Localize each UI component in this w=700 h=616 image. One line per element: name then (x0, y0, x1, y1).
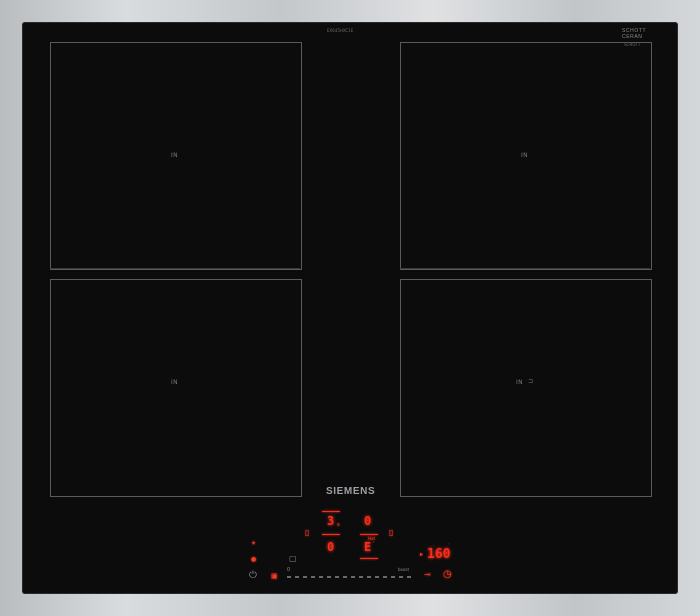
slider-segment (319, 576, 323, 578)
glass-brand-line2: CERAN (622, 34, 643, 40)
zone-top-left-level[interactable]: 3 (327, 514, 334, 528)
glass-brand-logo: SCHOTT CERAN (622, 28, 646, 40)
zone-label: IN (171, 152, 178, 159)
slider-segment (391, 576, 395, 578)
zone-select-bar (360, 558, 378, 559)
slider-segment (327, 576, 331, 578)
fry-sensor-icon[interactable]: ⊸ (424, 570, 431, 579)
zone-label: IN (516, 379, 523, 386)
slider-segment (335, 576, 339, 578)
timer-display: 160 (427, 547, 451, 562)
slider-segment (383, 576, 387, 578)
zone-extra-symbol: ⊐ (528, 378, 534, 385)
zone-divider-bar (322, 534, 340, 535)
zone-divider-bar (360, 534, 378, 535)
slider-end-label: boost (398, 567, 410, 572)
zone-bottom-left-level[interactable]: 0 (327, 540, 334, 554)
zone-label: IN (171, 379, 178, 386)
lock-icon[interactable]: ▣ (271, 572, 278, 580)
cooking-zone-bottom-left[interactable] (50, 279, 302, 497)
zone-bottom-right-level[interactable]: E (364, 540, 371, 554)
flex-zone-icon[interactable]: ✦ (251, 540, 256, 547)
slider-segment (287, 576, 291, 578)
slider-segment (375, 576, 379, 578)
zone-left-selector-icon[interactable]: ▯ (305, 528, 309, 537)
timer-icon[interactable]: ◷ (443, 569, 452, 580)
slider-segment (407, 576, 411, 578)
zone-divider-left (50, 268, 300, 269)
slider-start-label: 0 (287, 567, 291, 573)
slider-segment (303, 576, 307, 578)
slider-segment (359, 576, 363, 578)
zone-label: IN (521, 152, 528, 159)
power-slider[interactable] (287, 576, 411, 578)
timer-prefix-icon: ▸ (420, 551, 424, 558)
slider-segment (399, 576, 403, 578)
zone-right-selector-icon[interactable]: ▯ (389, 528, 393, 537)
power-icon[interactable]: ⏻ (249, 570, 257, 581)
residual-heat-indicator: Hot (368, 536, 376, 541)
slider-segment (343, 576, 347, 578)
brand-logo: SIEMENS (326, 486, 376, 497)
cooking-zone-bottom-right[interactable] (400, 279, 652, 497)
zone-bottom-right-suffix: ' (373, 541, 375, 547)
slider-segment (295, 576, 299, 578)
model-code: EX645HXC1E (327, 28, 354, 33)
timer-indicator-icon: ◦ (448, 541, 451, 546)
slider-segment (311, 576, 315, 578)
zone-top-left-suffix: s (337, 522, 340, 528)
slider-segment (351, 576, 355, 578)
indicator-dot-icon: ● (251, 556, 257, 563)
zone-select-bar (322, 511, 340, 512)
zone-divider-right (400, 268, 650, 269)
move-mode-icon[interactable]: ▢ (289, 554, 297, 563)
zone-top-right-level[interactable]: 0 (364, 514, 371, 528)
slider-segment (367, 576, 371, 578)
